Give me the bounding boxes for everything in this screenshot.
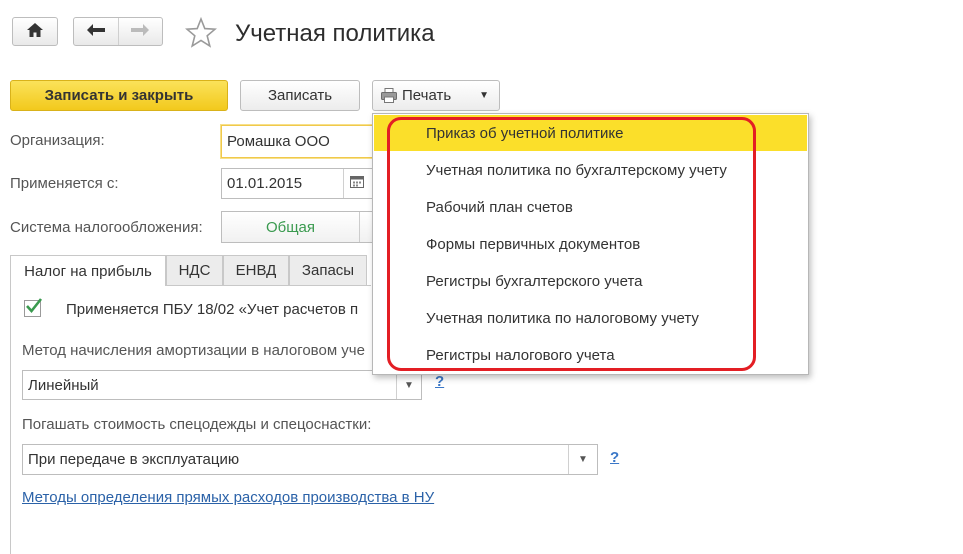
forward-button[interactable]	[119, 18, 163, 45]
tab-vat-label: НДС	[178, 262, 211, 279]
save-button[interactable]: Записать	[240, 80, 360, 111]
highlight-frame	[387, 117, 756, 371]
pbu-checkbox[interactable]	[24, 297, 43, 319]
tab-envd-label: ЕНВД	[235, 262, 277, 279]
calendar-icon	[350, 175, 364, 192]
applies-label: Применяется с:	[10, 175, 119, 192]
history-nav	[73, 17, 163, 46]
arrow-right-icon	[131, 23, 150, 40]
page-title: Учетная политика	[235, 20, 435, 47]
tab-envd[interactable]: ЕНВД	[223, 255, 289, 285]
amortization-help[interactable]: ?	[435, 373, 444, 390]
tab-vat[interactable]: НДС	[166, 255, 223, 285]
tax-system-label: Система налогообложения:	[10, 219, 203, 236]
org-field[interactable]: Ромашка ООО	[221, 125, 381, 158]
home-button[interactable]	[12, 17, 58, 46]
workwear-value: При передаче в эксплуатацию	[28, 451, 240, 468]
chevron-down-icon[interactable]: ▼	[568, 445, 597, 474]
tab-panel-border	[10, 285, 11, 554]
tab-inventory[interactable]: Запасы	[289, 255, 367, 285]
back-button[interactable]	[74, 18, 119, 45]
pbu-label: Применяется ПБУ 18/02 «Учет расчетов п	[66, 301, 359, 318]
applies-date-field[interactable]: 01.01.2015	[221, 168, 381, 199]
amortization-label: Метод начисления амортизации в налоговом…	[22, 342, 365, 359]
applies-date-value: 01.01.2015	[227, 175, 303, 192]
tax-system-toggle[interactable]: Общая	[221, 211, 381, 243]
tab-divider	[166, 285, 371, 286]
workwear-select[interactable]: При передаче в эксплуатацию ▼	[22, 444, 598, 475]
org-value: Ромашка ООО	[227, 133, 330, 150]
chevron-down-icon: ▼	[479, 90, 489, 101]
checkmark-icon	[25, 297, 43, 319]
star-icon[interactable]	[184, 16, 218, 52]
home-icon	[27, 22, 43, 41]
tab-inventory-label: Запасы	[301, 262, 355, 279]
save-label: Записать	[267, 87, 333, 104]
tax-system-divider	[359, 212, 360, 242]
chevron-down-icon[interactable]: ▼	[396, 371, 421, 399]
print-label: Печать	[402, 87, 452, 104]
tab-profit-tax-label: Налог на прибыль	[24, 262, 152, 280]
print-button[interactable]: Печать ▼	[372, 80, 500, 111]
org-label: Организация:	[10, 132, 105, 149]
arrow-left-icon	[86, 23, 105, 40]
workwear-label: Погашать стоимость спецодежды и спецосна…	[22, 416, 372, 433]
direct-costs-link[interactable]: Методы определения прямых расходов произ…	[22, 489, 434, 506]
printer-icon	[381, 88, 397, 103]
calendar-button[interactable]	[343, 169, 370, 198]
save-and-close-label: Записать и закрыть	[44, 87, 194, 104]
amortization-value: Линейный	[28, 376, 99, 394]
workwear-help[interactable]: ?	[610, 449, 619, 466]
tax-system-option-general[interactable]: Общая	[222, 219, 359, 236]
tab-profit-tax[interactable]: Налог на прибыль	[10, 255, 166, 286]
amortization-select[interactable]: Линейный ▼	[22, 370, 422, 400]
save-and-close-button[interactable]: Записать и закрыть	[10, 80, 228, 111]
